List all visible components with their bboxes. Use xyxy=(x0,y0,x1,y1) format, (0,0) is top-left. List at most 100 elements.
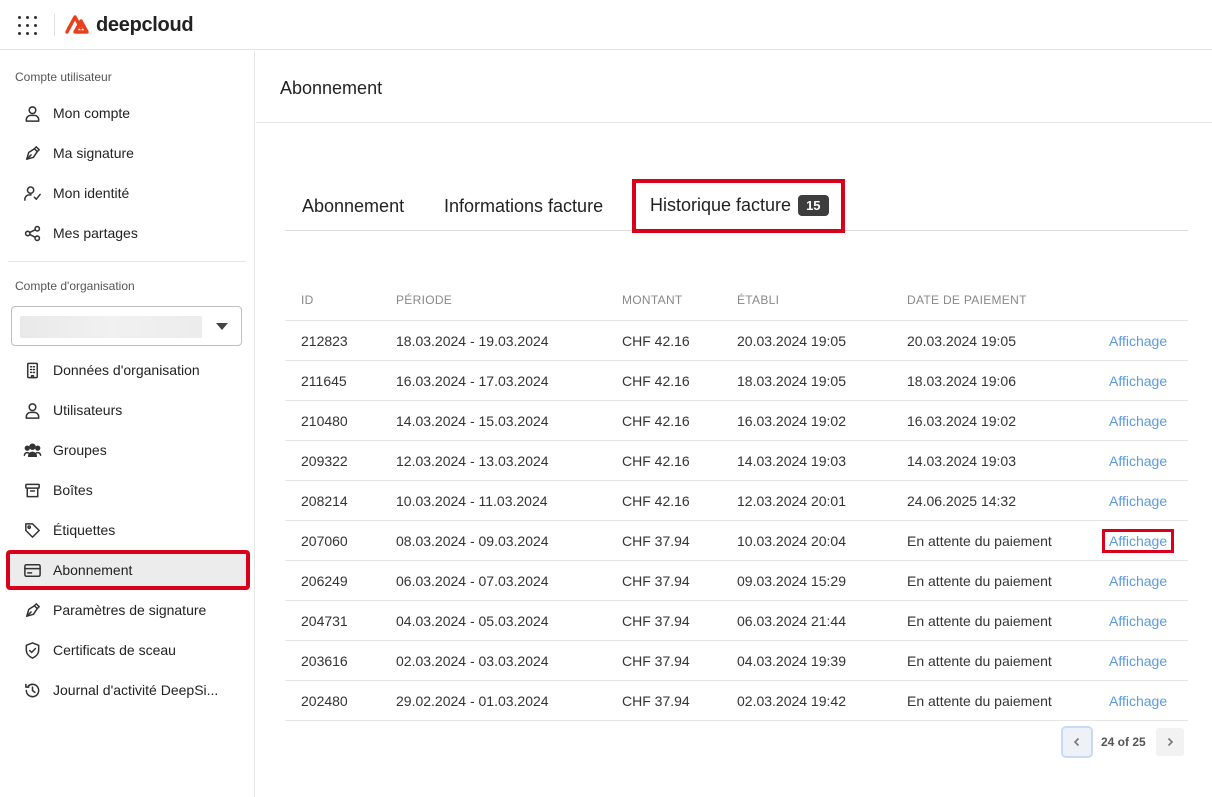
sidebar-item-organization-data[interactable]: Données d'organisation xyxy=(8,352,248,388)
cell-issued: 10.03.2024 20:04 xyxy=(737,532,846,549)
cell-amount: CHF 37.94 xyxy=(622,532,690,549)
view-invoice-link[interactable]: Affichage xyxy=(1109,653,1167,669)
cell-id: 209322 xyxy=(301,452,348,469)
tab-billing-history[interactable]: Historique facture 15 xyxy=(632,179,845,233)
column-header-period: PÉRIODE xyxy=(396,292,453,307)
cell-amount: CHF 42.16 xyxy=(622,452,690,469)
tab-billing-information[interactable]: Informations facture xyxy=(444,181,603,231)
cell-issued: 04.03.2024 19:39 xyxy=(737,652,846,669)
table-row: 202480 29.02.2024 - 01.03.2024 CHF 37.94… xyxy=(285,681,1188,721)
top-bar: deepcloud xyxy=(0,0,1212,50)
sidebar-item-label: Mon identité xyxy=(53,185,130,201)
cell-issued: 02.03.2024 19:42 xyxy=(737,692,846,709)
deepcloud-logo[interactable]: deepcloud xyxy=(64,11,194,39)
sidebar-item-my-account[interactable]: Mon compte xyxy=(8,95,248,131)
table-header-row: ID PÉRIODE MONTANT ÉTABLI DATE DE PAIEME… xyxy=(285,279,1188,321)
column-header-id: ID xyxy=(301,292,314,307)
view-invoice-link[interactable]: Affichage xyxy=(1109,413,1167,429)
cell-id: 208214 xyxy=(301,492,348,509)
view-invoice-link[interactable]: Affichage xyxy=(1109,453,1167,469)
pen-icon xyxy=(22,600,42,620)
sidebar-item-label: Ma signature xyxy=(53,145,134,161)
table-row: 211645 16.03.2024 - 17.03.2024 CHF 42.16… xyxy=(285,361,1188,401)
count-badge: 15 xyxy=(798,194,829,216)
tab-bar: Abonnement Informations facture Historiq… xyxy=(285,179,1188,233)
history-icon xyxy=(22,680,42,700)
sidebar-item-label: Abonnement xyxy=(53,562,133,578)
table-row: 206249 06.03.2024 - 07.03.2024 CHF 37.94… xyxy=(285,561,1188,601)
next-page-button[interactable] xyxy=(1155,728,1184,756)
sidebar-item-boxes[interactable]: Boîtes xyxy=(8,472,248,508)
cell-period: 04.03.2024 - 05.03.2024 xyxy=(396,612,549,629)
brand-name: deepcloud xyxy=(96,13,194,36)
cell-issued: 14.03.2024 19:03 xyxy=(737,452,846,469)
user-icon xyxy=(22,400,42,420)
cell-payment-date: 16.03.2024 19:02 xyxy=(907,412,1016,429)
cell-period: 06.03.2024 - 07.03.2024 xyxy=(396,572,549,589)
sidebar-item-subscription[interactable]: Abonnement xyxy=(6,550,250,590)
cell-period: 02.03.2024 - 03.03.2024 xyxy=(396,652,549,669)
archive-box-icon xyxy=(22,480,42,500)
cell-amount: CHF 37.94 xyxy=(622,652,690,669)
section-title-organization-account: Compte d'organisation xyxy=(15,279,135,293)
apps-grid-icon[interactable] xyxy=(14,13,38,37)
cell-issued: 09.03.2024 15:29 xyxy=(737,572,846,589)
column-header-issued: ÉTABLI xyxy=(737,292,780,307)
sidebar-item-label: Groupes xyxy=(53,442,107,458)
sidebar-item-my-shares[interactable]: Mes partages xyxy=(8,215,248,251)
group-icon xyxy=(22,440,42,460)
building-icon xyxy=(22,360,42,380)
page-header: Abonnement xyxy=(256,51,1212,123)
sidebar-item-label: Données d'organisation xyxy=(53,362,200,378)
sidebar-item-tags[interactable]: Étiquettes xyxy=(8,512,248,548)
cell-id: 203616 xyxy=(301,652,348,669)
cell-payment-date: En attente du paiement xyxy=(907,532,1052,549)
shield-check-icon xyxy=(22,640,42,660)
sidebar-item-signature-settings[interactable]: Paramètres de signature xyxy=(8,592,248,628)
view-invoice-link[interactable]: Affichage xyxy=(1101,528,1175,553)
cell-id: 210480 xyxy=(301,412,348,429)
sidebar-item-groups[interactable]: Groupes xyxy=(8,432,248,468)
sidebar-item-label: Utilisateurs xyxy=(53,402,123,418)
tab-label: Historique facture xyxy=(650,194,792,215)
sidebar-item-activity-log[interactable]: Journal d'activité DeepSi... xyxy=(8,672,248,708)
table-row: 209322 12.03.2024 - 13.03.2024 CHF 42.16… xyxy=(285,441,1188,481)
view-invoice-link[interactable]: Affichage xyxy=(1109,373,1167,389)
cell-issued: 16.03.2024 19:02 xyxy=(737,412,846,429)
share-icon xyxy=(22,223,42,243)
sidebar-item-my-signature[interactable]: Ma signature xyxy=(8,135,248,171)
cell-issued: 06.03.2024 21:44 xyxy=(737,612,846,629)
sidebar-item-my-identity[interactable]: Mon identité xyxy=(8,175,248,211)
cell-amount: CHF 37.94 xyxy=(622,572,690,589)
sidebar-item-seal-certificates[interactable]: Certificats de sceau xyxy=(8,632,248,668)
organization-select[interactable] xyxy=(11,306,242,346)
column-header-amount: MONTANT xyxy=(622,292,683,307)
sidebar: Compte utilisateur Mon compte Ma signatu… xyxy=(0,51,255,797)
cell-amount: CHF 42.16 xyxy=(622,492,690,509)
view-invoice-link[interactable]: Affichage xyxy=(1109,613,1167,629)
table-row: 210480 14.03.2024 - 15.03.2024 CHF 42.16… xyxy=(285,401,1188,441)
tab-subscription[interactable]: Abonnement xyxy=(302,181,404,231)
view-invoice-link[interactable]: Affichage xyxy=(1109,693,1167,709)
chevron-down-icon xyxy=(216,323,228,330)
cell-issued: 12.03.2024 20:01 xyxy=(737,492,846,509)
sidebar-item-label: Journal d'activité DeepSi... xyxy=(53,682,219,698)
cell-id: 212823 xyxy=(301,332,348,349)
sidebar-item-users[interactable]: Utilisateurs xyxy=(8,392,248,428)
cell-issued: 20.03.2024 19:05 xyxy=(737,332,846,349)
sidebar-item-label: Boîtes xyxy=(53,482,93,498)
previous-page-button[interactable] xyxy=(1061,726,1093,758)
view-invoice-link[interactable]: Affichage xyxy=(1109,573,1167,589)
cell-payment-date: En attente du paiement xyxy=(907,692,1052,709)
cell-period: 29.02.2024 - 01.03.2024 xyxy=(396,692,549,709)
credit-card-icon xyxy=(22,560,42,580)
section-title-user-account: Compte utilisateur xyxy=(15,70,112,84)
cell-amount: CHF 42.16 xyxy=(622,332,690,349)
cell-id: 206249 xyxy=(301,572,348,589)
pen-icon xyxy=(22,143,42,163)
cell-id: 202480 xyxy=(301,692,348,709)
view-invoice-link[interactable]: Affichage xyxy=(1109,493,1167,509)
view-invoice-link[interactable]: Affichage xyxy=(1109,333,1167,349)
page-indicator: 24 of 25 xyxy=(1101,735,1146,749)
cell-payment-date: 24.06.2025 14:32 xyxy=(907,492,1016,509)
